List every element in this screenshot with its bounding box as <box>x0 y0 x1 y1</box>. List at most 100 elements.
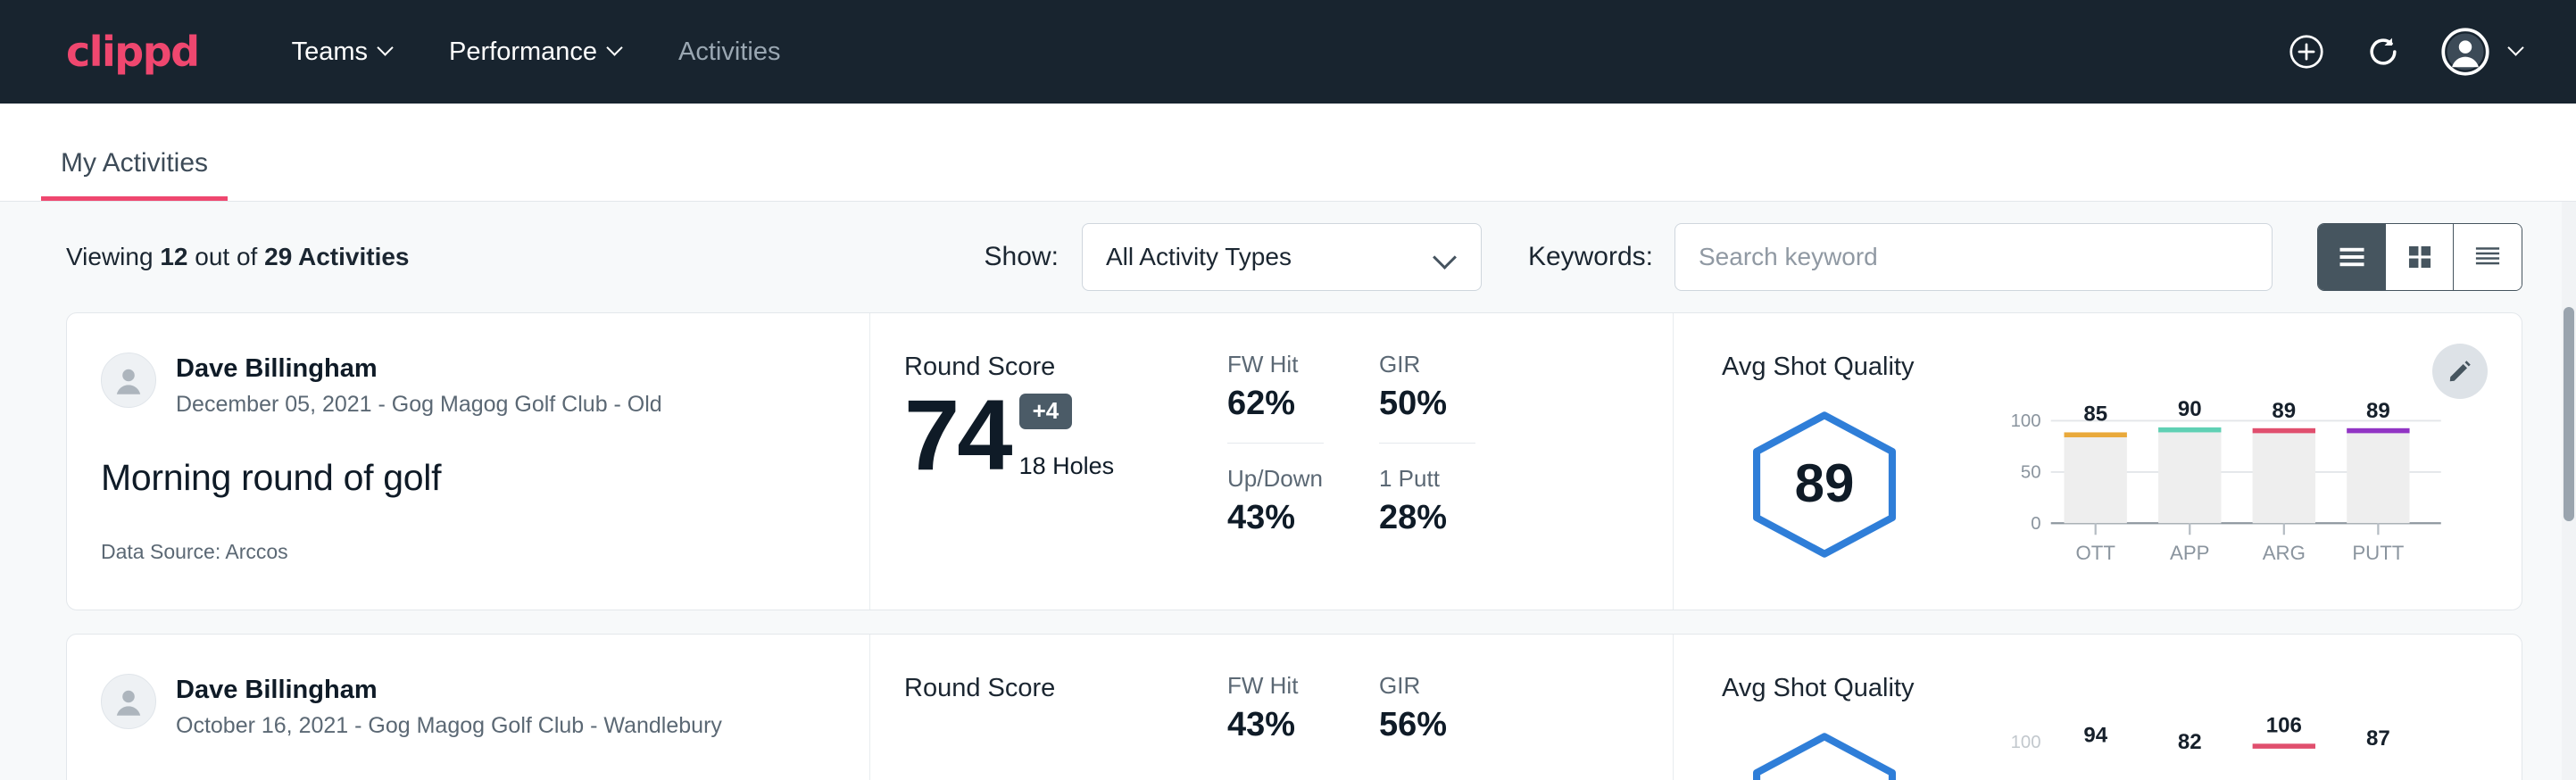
compact-view-icon <box>2472 243 2504 271</box>
avg-shot-quality-value: 89 <box>1745 452 1904 514</box>
viewing-prefix: Viewing <box>66 243 154 270</box>
plus-circle-icon <box>2287 32 2326 71</box>
nav-item-performance-label: Performance <box>449 37 597 67</box>
avg-shot-quality-body: 100 94 82 106 <box>1722 714 2522 780</box>
refresh-button[interactable] <box>2364 32 2403 71</box>
activity-meta: December 05, 2021 - Gog Magog Golf Club … <box>176 392 662 418</box>
add-activity-button[interactable] <box>2287 32 2326 71</box>
chevron-down-icon <box>1436 249 1452 265</box>
tab-my-activities[interactable]: My Activities <box>41 150 228 201</box>
stat-up-down: Up/Down 43% <box>1227 465 1324 537</box>
shot-quality-chart-svg: 100 94 82 106 <box>1931 714 2522 780</box>
avg-shot-quality-hex-wrap <box>1722 732 1927 780</box>
bar-arg: 89 ARG <box>2253 399 2315 564</box>
activity-type-select[interactable]: All Activity Types <box>1082 223 1482 291</box>
stat-divider <box>1227 443 1324 444</box>
page-tab-bar: My Activities <box>0 104 2576 202</box>
stat-up-down-label: Up/Down <box>1227 465 1324 493</box>
nav-item-performance[interactable]: Performance <box>449 37 623 67</box>
avg-shot-quality-label: Avg Shot Quality <box>1722 674 2522 703</box>
viewing-count: 12 <box>160 243 187 270</box>
viewing-count-text: Viewing 12 out of 29 Activities <box>66 243 410 271</box>
stat-gir: GIR 50% <box>1379 351 1475 465</box>
svg-text:85: 85 <box>2083 402 2107 426</box>
svg-text:PUTT: PUTT <box>2352 542 2404 564</box>
nav-item-teams[interactable]: Teams <box>292 37 394 67</box>
show-label: Show: <box>985 242 1059 272</box>
list-view-icon <box>2336 244 2368 270</box>
svg-text:106: 106 <box>2266 714 2302 737</box>
stats-row-bottom: Up/Down 43% 1 Putt 28% <box>1227 465 1673 537</box>
score-differential-badge: +4 <box>1019 394 1073 429</box>
stat-fw-hit-label: FW Hit <box>1227 351 1324 378</box>
activity-author: Dave Billingham October 16, 2021 - Gog M… <box>101 674 827 739</box>
avg-shot-quality-section: Avg Shot Quality 100 <box>1674 635 2522 780</box>
avg-shot-quality-body: 89 100 50 0 <box>1722 393 2522 576</box>
bar-app: 82 <box>2178 730 2202 754</box>
avg-shot-quality-hex-wrap: 89 <box>1722 411 1927 559</box>
activity-author: Dave Billingham December 05, 2021 - Gog … <box>101 353 827 418</box>
chevron-down-icon <box>379 42 394 56</box>
svg-text:94: 94 <box>2083 723 2107 747</box>
main-nav-links: Teams Performance Activities <box>292 37 781 67</box>
page-scrollbar-thumb[interactable] <box>2564 307 2574 521</box>
stat-gir-value: 56% <box>1379 706 1475 744</box>
stat-fw-hit-label: FW Hit <box>1227 672 1324 700</box>
hexagon-icon <box>1745 732 1904 780</box>
view-mode-grid-button[interactable] <box>2386 224 2454 290</box>
activity-card-info: Dave Billingham December 05, 2021 - Gog … <box>67 313 870 610</box>
stat-gir-value: 50% <box>1379 385 1475 423</box>
svg-text:100: 100 <box>2011 411 2041 431</box>
round-holes-label: 18 Holes <box>1019 452 1115 480</box>
page-scrollbar-track[interactable] <box>2562 202 2576 780</box>
view-mode-compact-button[interactable] <box>2454 224 2522 290</box>
activity-data-source: Data Source: Arccos <box>101 540 827 564</box>
stats-row-top: FW Hit 62% GIR 50% <box>1227 351 1673 465</box>
refresh-icon <box>2364 32 2403 71</box>
clippd-logo[interactable]: clippd <box>66 31 199 72</box>
bar-ott: 85 OTT <box>2065 402 2127 564</box>
avatar <box>101 674 156 729</box>
round-score-label: Round Score <box>904 674 1227 703</box>
edit-activity-button[interactable] <box>2432 344 2488 399</box>
round-score-section: Round Score 74 +4 18 Holes <box>870 313 1227 610</box>
activity-card[interactable]: Dave Billingham December 05, 2021 - Gog … <box>66 312 2522 610</box>
svg-text:82: 82 <box>2178 730 2202 754</box>
pencil-icon <box>2447 358 2473 385</box>
stat-fw-hit-value: 62% <box>1227 385 1324 423</box>
avg-shot-quality-section: Avg Shot Quality 89 100 <box>1674 313 2522 610</box>
activity-card[interactable]: Dave Billingham October 16, 2021 - Gog M… <box>66 634 2522 780</box>
activity-author-text: Dave Billingham December 05, 2021 - Gog … <box>176 353 662 418</box>
svg-text:0: 0 <box>2031 514 2040 534</box>
nav-item-teams-label: Teams <box>292 37 368 67</box>
svg-text:APP: APP <box>2170 542 2209 564</box>
person-icon <box>109 682 148 721</box>
shot-quality-bar-chart: 100 94 82 106 <box>1931 714 2522 780</box>
avg-shot-quality-hexagon: 89 <box>1745 411 1904 559</box>
round-stats-section: FW Hit 62% GIR 50% Up/Down 43% <box>1227 313 1674 610</box>
bar-putt: 89 PUTT <box>2347 399 2409 564</box>
view-mode-toggle-group <box>2317 223 2522 291</box>
svg-text:100: 100 <box>2011 733 2041 752</box>
search-input[interactable] <box>1674 223 2273 291</box>
stats-row-top: FW Hit 43% GIR 56% <box>1227 672 1673 744</box>
view-mode-list-button[interactable] <box>2318 224 2386 290</box>
activity-type-value: All Activity Types <box>1106 243 1436 271</box>
round-score-value: 74 <box>904 386 1010 485</box>
stat-divider <box>1379 443 1475 444</box>
nav-item-activities[interactable]: Activities <box>678 37 780 67</box>
stat-up-down-value: 43% <box>1227 499 1324 537</box>
viewing-mid: out of <box>195 243 257 270</box>
stat-fw-hit: FW Hit 43% <box>1227 672 1324 744</box>
svg-text:89: 89 <box>2366 399 2390 423</box>
account-menu-button[interactable] <box>2440 27 2524 77</box>
account-avatar-icon <box>2440 27 2490 77</box>
svg-text:87: 87 <box>2366 726 2390 751</box>
svg-text:89: 89 <box>2272 399 2296 423</box>
round-score-side: +4 18 Holes <box>1019 394 1115 485</box>
bar-ott: 94 <box>2083 723 2107 747</box>
nav-item-activities-label: Activities <box>678 37 780 67</box>
avg-shot-quality-hexagon <box>1745 732 1904 780</box>
bar-arg: 106 <box>2253 714 2315 749</box>
avg-shot-quality-label: Avg Shot Quality <box>1722 353 2522 382</box>
